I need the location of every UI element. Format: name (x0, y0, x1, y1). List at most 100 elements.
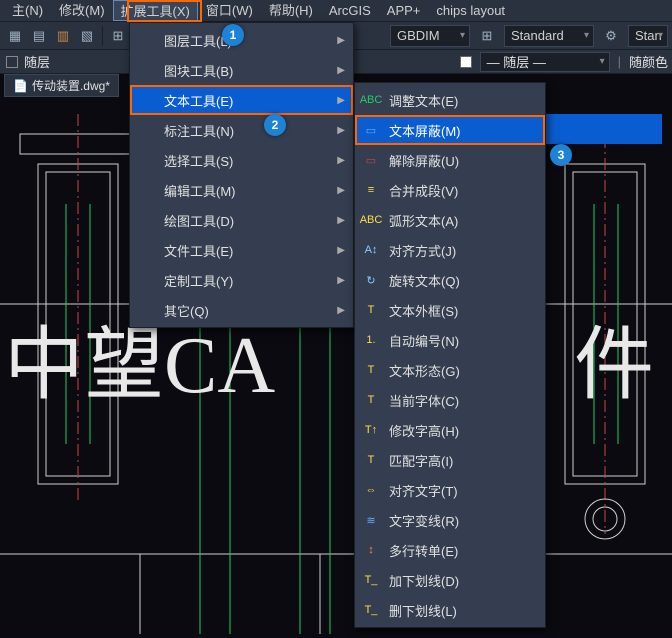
menu-item-icon: T (361, 450, 381, 470)
submenu-arrow-icon: ▶ (337, 95, 345, 106)
menu-item-icon: ⇔ (361, 480, 381, 500)
submenu-item[interactable]: ABC 弧形文本(A) (355, 205, 545, 235)
menu-item-icon: T (361, 390, 381, 410)
menu-modify[interactable]: 修改(M) (51, 0, 113, 21)
menu-select-tools[interactable]: 选择工具(S)▶ (130, 145, 353, 175)
menu-main[interactable]: 主(N) (4, 0, 51, 21)
standard-combo[interactable]: Standard (504, 25, 594, 47)
toolbar-button[interactable]: ▥ (52, 25, 74, 47)
toolbar-button[interactable]: ▧ (76, 25, 98, 47)
submenu-arrow-icon: ▶ (337, 65, 345, 76)
menu-item-icon: ↻ (361, 270, 381, 290)
submenu-item[interactable]: ▭ 文本屏蔽(M) (355, 115, 545, 145)
menu-item-icon: T_ (361, 600, 381, 620)
menubar: 主(N) 修改(M) 扩展工具(X) 窗口(W) 帮助(H) ArcGIS AP… (0, 0, 672, 22)
menu-item-label: 解除屏蔽(U) (389, 151, 459, 170)
submenu-arrow-icon: ▶ (337, 35, 345, 46)
menu-item-icon: ABC (361, 90, 381, 110)
color-swatch[interactable] (460, 56, 472, 68)
menu-text-tools[interactable]: 文本工具(E)▶ (130, 85, 353, 115)
menu-help[interactable]: 帮助(H) (261, 0, 321, 21)
submenu-item[interactable]: T匹配字高(I) (355, 445, 545, 475)
toolbar-button[interactable]: ⊞ (476, 25, 498, 47)
menu-edit-tools[interactable]: 编辑工具(M)▶ (130, 175, 353, 205)
menu-item-label: 对齐方式(J) (389, 241, 456, 260)
submenu-item[interactable]: T_ 删下划线(L) (355, 595, 545, 625)
menu-item-label: 加下划线(D) (389, 571, 459, 590)
menu-item-label: 多行转单(E) (389, 541, 458, 560)
menu-app-plus[interactable]: APP+ (379, 0, 429, 21)
submenu-item[interactable]: A↕对齐方式(J) (355, 235, 545, 265)
menu-item-label: 自动编号(N) (389, 331, 459, 350)
menu-item-label: 文本外框(S) (389, 301, 458, 320)
submenu-item[interactable]: T↑ 修改字高(H) (355, 415, 545, 445)
menu-extension-tools[interactable]: 扩展工具(X) (113, 0, 198, 21)
submenu-arrow-icon: ▶ (337, 155, 345, 166)
bylayer-checkbox[interactable] (6, 56, 18, 68)
submenu-arrow-icon: ▶ (337, 305, 345, 316)
menu-item-icon: ↕ (361, 540, 381, 560)
menu-custom-tools[interactable]: 定制工具(Y)▶ (130, 265, 353, 295)
menu-window[interactable]: 窗口(W) (198, 0, 261, 21)
menu-file-tools[interactable]: 文件工具(E)▶ (130, 235, 353, 265)
menu-other-tools[interactable]: 其它(Q)▶ (130, 295, 353, 325)
extension-tools-menu: 图层工具(L)▶ 图块工具(B)▶ 文本工具(E)▶ 标注工具(N)▶ 选择工具… (129, 22, 354, 328)
toolbar-button[interactable]: ⊞ (107, 25, 129, 47)
menu-item-label: 文字变线(R) (389, 511, 459, 530)
menu-block-tools[interactable]: 图块工具(B)▶ (130, 55, 353, 85)
menu-chips-layout[interactable]: chips layout (428, 0, 513, 21)
toolbar-button[interactable]: ▤ (28, 25, 50, 47)
menu-item-icon: ≋ (361, 510, 381, 530)
menu-arcgis[interactable]: ArcGIS (321, 0, 379, 21)
menu-dim-tools[interactable]: 标注工具(N)▶ (130, 115, 353, 145)
file-tab-label: 传动装置.dwg* (32, 77, 110, 94)
submenu-item[interactable]: ≡ 合并成段(V) (355, 175, 545, 205)
ratio-label: 随颜色 (629, 52, 668, 71)
submenu-item[interactable]: 1. 自动编号(N) (355, 325, 545, 355)
submenu-item[interactable]: ABC调整文本(E) (355, 85, 545, 115)
callout-badge: 2 (264, 114, 286, 136)
submenu-item[interactable]: ↻ 旋转文本(Q) (355, 265, 545, 295)
menu-item-label: 文本形态(G) (389, 361, 460, 380)
submenu-item[interactable]: T 文本形态(G) (355, 355, 545, 385)
menu-item-icon: T (361, 360, 381, 380)
toolbar-button[interactable]: ⚙ (600, 25, 622, 47)
separator (102, 26, 103, 46)
submenu-item[interactable]: ⇔ 对齐文字(T) (355, 475, 545, 505)
menu-item-label: 当前字体(C) (389, 391, 459, 410)
menu-item-label: 文本屏蔽(M) (389, 121, 461, 140)
menu-item-icon: ▭ (361, 120, 381, 140)
menu-item-label: 对齐文字(T) (389, 481, 458, 500)
submenu-arrow-icon: ▶ (337, 125, 345, 136)
submenu-item[interactable]: ▭ 解除屏蔽(U) (355, 145, 545, 175)
submenu-item[interactable]: ≋ 文字变线(R) (355, 505, 545, 535)
submenu-arrow-icon: ▶ (337, 275, 345, 286)
menu-item-icon: ▭ (361, 150, 381, 170)
dimstyle-combo[interactable]: GBDIM (390, 25, 470, 47)
callout-badge: 1 (222, 24, 244, 46)
menu-item-label: 旋转文本(Q) (389, 271, 460, 290)
menu-item-icon: ≡ (361, 180, 381, 200)
menu-item-icon: 1. (361, 330, 381, 350)
menu-item-label: 修改字高(H) (389, 421, 459, 440)
menu-item-icon: T↑ (361, 420, 381, 440)
submenu-item[interactable]: ↕ 多行转单(E) (355, 535, 545, 565)
other-combo[interactable]: Stan (628, 25, 668, 47)
bylayer-label: 随层 (24, 52, 50, 71)
menu-item-icon: T (361, 300, 381, 320)
menu-item-label: 合并成段(V) (389, 181, 458, 200)
menu-item-label: 删下划线(L) (389, 601, 457, 620)
submenu-item[interactable]: T_加下划线(D) (355, 565, 545, 595)
callout-badge: 3 (550, 144, 572, 166)
text-tools-submenu: ABC调整文本(E) ▭ 文本屏蔽(M) ▭ 解除屏蔽(U) ≡ 合并成段(V) ABC 弧形文… (354, 82, 546, 628)
submenu-item[interactable]: T 文本外框(S) (355, 295, 545, 325)
submenu-item[interactable]: T 当前字体(C) (355, 385, 545, 415)
menu-item-label: 弧形文本(A) (389, 211, 458, 230)
menu-item-icon: ABC (361, 210, 381, 230)
linetype-combo[interactable]: — 随层 — (480, 52, 610, 72)
toolbar-button[interactable]: ▦ (4, 25, 26, 47)
submenu-arrow-icon: ▶ (337, 245, 345, 256)
file-tab[interactable]: 传动装置.dwg* (4, 74, 119, 97)
menu-draw-tools[interactable]: 绘图工具(D)▶ (130, 205, 353, 235)
submenu-arrow-icon: ▶ (337, 185, 345, 196)
